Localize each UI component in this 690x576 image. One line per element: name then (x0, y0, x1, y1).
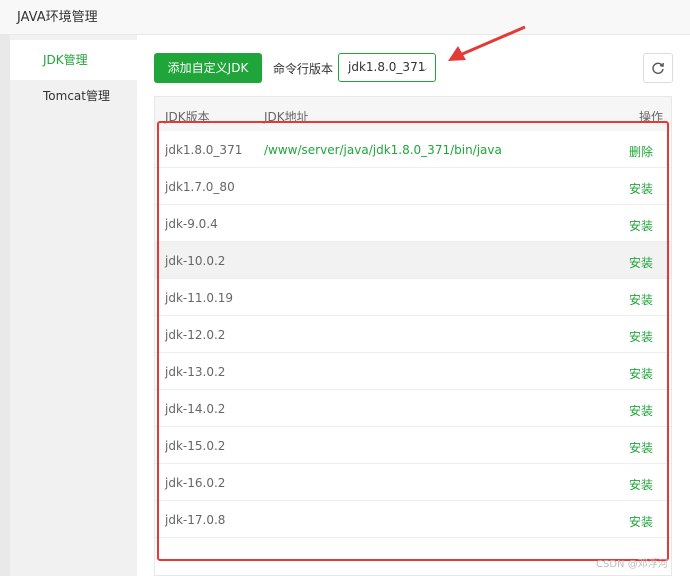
jdk-table: JDK版本 JDK地址 操作 jdk1.8.0_371 /www/server/… (154, 96, 672, 576)
install-button[interactable]: 安装 (629, 291, 653, 308)
main-panel: 添加自定义JDK 命令行版本 jdk1.8.0_371 ⌄ JDK版本 JDK地… (137, 35, 690, 576)
jdk-version: jdk-13.0.2 (165, 365, 226, 379)
jdk-version: jdk-9.0.4 (165, 217, 218, 231)
cli-version-select[interactable]: jdk1.8.0_371 ⌄ (338, 53, 436, 82)
refresh-icon (652, 62, 664, 74)
sidebar-item-jdk[interactable]: JDK管理 (10, 40, 137, 80)
jdk-version: jdk-10.0.2 (165, 254, 226, 268)
cli-version-value: jdk1.8.0_371 (348, 60, 426, 74)
table-row: jdk1.8.0_371 /www/server/java/jdk1.8.0_3… (155, 131, 671, 168)
watermark: CSDN @邓浮河 (596, 559, 668, 570)
table-row: jdk-14.0.2 安装 (155, 390, 671, 427)
jdk-version: jdk-15.0.2 (165, 439, 226, 453)
cli-version-label: 命令行版本 (273, 62, 334, 76)
sidebar-item-tomcat[interactable]: Tomcat管理 (10, 76, 137, 116)
install-button[interactable]: 安装 (629, 180, 653, 197)
annotation-arrow-icon (448, 25, 526, 61)
table-row: jdk-11.0.19 安装 (155, 279, 671, 316)
install-button[interactable]: 安装 (629, 476, 653, 493)
jdk-version: jdk-17.0.8 (165, 513, 226, 527)
window-title-bar: JAVA环境管理 (0, 0, 690, 35)
install-button[interactable]: 安装 (629, 328, 653, 345)
install-button[interactable]: 安装 (629, 402, 653, 419)
jdk-version: jdk-14.0.2 (165, 402, 226, 416)
jdk-version: jdk-16.0.2 (165, 476, 226, 490)
table-row: jdk-12.0.2 安装 (155, 316, 671, 353)
table-row: jdk-16.0.2 安装 (155, 464, 671, 501)
jdk-path: /www/server/java/jdk1.8.0_371/bin/java (264, 143, 502, 157)
table-row: jdk-15.0.2 安装 (155, 427, 671, 464)
table-header: JDK版本 JDK地址 操作 (155, 97, 671, 131)
refresh-button[interactable] (643, 53, 673, 83)
jdk-version: jdk1.8.0_371 (165, 143, 243, 157)
table-row: jdk-13.0.2 安装 (155, 353, 671, 390)
sidebar: JDK管理 Tomcat管理 (10, 35, 137, 576)
header-path: JDK地址 (264, 110, 309, 124)
add-custom-jdk-button[interactable]: 添加自定义JDK (154, 53, 262, 83)
table-body: jdk1.8.0_371 /www/server/java/jdk1.8.0_3… (155, 131, 671, 538)
install-button[interactable]: 安装 (629, 513, 653, 530)
install-button[interactable]: 安装 (629, 254, 653, 271)
install-button[interactable]: 安装 (629, 365, 653, 382)
header-action: 操作 (638, 110, 663, 124)
header-version: JDK版本 (165, 110, 210, 124)
jdk-version: jdk-11.0.19 (165, 291, 234, 305)
window-title: JAVA环境管理 (17, 10, 98, 25)
install-button[interactable]: 安装 (629, 439, 653, 456)
chevron-down-icon: ⌄ (419, 61, 429, 74)
jdk-version: jdk1.7.0_80 (165, 180, 235, 194)
table-row: jdk-9.0.4 安装 (155, 205, 671, 242)
table-row: jdk-17.0.8 安装 (155, 501, 671, 538)
table-row: jdk-10.0.2 安装 (155, 242, 671, 279)
jdk-version: jdk-12.0.2 (165, 328, 226, 342)
delete-button[interactable]: 删除 (629, 143, 653, 160)
table-row: jdk1.7.0_80 安装 (155, 168, 671, 205)
left-edge (0, 35, 10, 576)
install-button[interactable]: 安装 (629, 217, 653, 234)
